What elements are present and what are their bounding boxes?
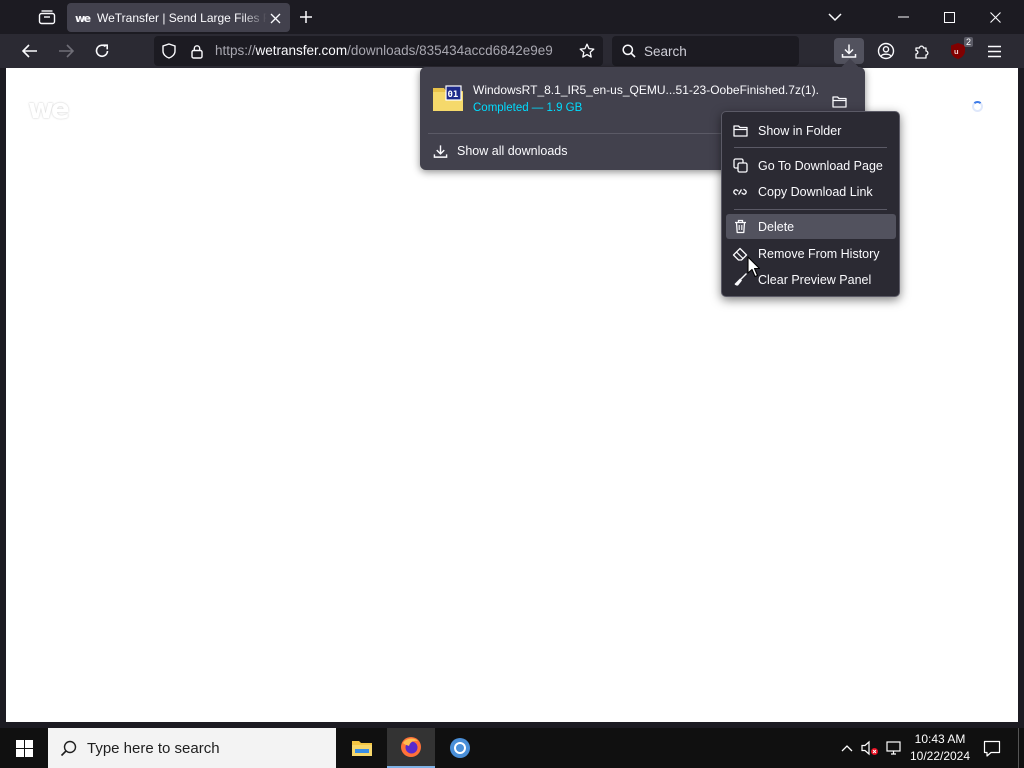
minimize-button[interactable]	[880, 0, 926, 34]
download-status: Completed — 1.9 GB	[473, 102, 583, 114]
extensions-button[interactable]	[907, 38, 937, 64]
back-button[interactable]	[16, 38, 44, 64]
show-desktop-button[interactable]	[1018, 728, 1024, 768]
bookmark-star-icon[interactable]	[579, 43, 595, 59]
search-icon	[622, 44, 636, 58]
file-explorer-taskbar-button[interactable]	[338, 728, 386, 768]
clock-time: 10:43 AM	[914, 732, 966, 746]
menu-item-label: Delete	[758, 219, 795, 234]
minimize-icon	[897, 16, 909, 18]
firefox-icon	[401, 737, 421, 757]
menu-item-label: Remove From History	[758, 246, 880, 261]
start-button[interactable]	[0, 728, 48, 768]
list-all-tabs-button[interactable]	[826, 9, 844, 25]
maximize-icon	[943, 11, 955, 23]
chromium-taskbar-button[interactable]	[436, 728, 484, 768]
url-scheme: https://	[215, 43, 256, 58]
action-center-button[interactable]	[978, 737, 1006, 759]
plus-icon	[300, 11, 312, 23]
volume-muted-icon[interactable]	[861, 739, 879, 757]
file-explorer-icon	[352, 741, 372, 756]
app-menu-button[interactable]	[979, 38, 1009, 64]
reload-icon	[95, 44, 109, 57]
firefox-view-icon	[38, 10, 56, 25]
menu-item-go-to-download-page[interactable]: Go To Download Page	[726, 153, 896, 178]
menu-item-delete[interactable]: Delete	[726, 214, 896, 239]
system-clock[interactable]: 10:43 AM 10/22/2024	[903, 731, 977, 765]
search-icon	[60, 740, 77, 756]
show-all-downloads-label: Show all downloads	[457, 144, 568, 158]
forward-button[interactable]	[52, 38, 80, 64]
puzzle-icon	[914, 44, 929, 59]
chromium-icon	[450, 738, 470, 758]
download-icon	[433, 144, 448, 158]
maximize-button[interactable]	[926, 0, 972, 34]
archive-file-icon: 01	[433, 85, 463, 111]
taskbar-search-placeholder: Type here to search	[87, 739, 220, 757]
taskbar: Type here to search 10:43 AM 10/22/2024	[0, 728, 1024, 768]
address-bar[interactable]: https://wetransfer.com/downloads/835434a…	[154, 36, 603, 66]
notification-icon	[983, 740, 1001, 757]
menu-item-label: Copy Download Link	[758, 184, 873, 199]
shield-icon[interactable]	[161, 43, 177, 59]
link-icon	[726, 184, 754, 200]
menu-item-label: Show in Folder	[758, 123, 842, 138]
search-bar[interactable]: Search	[612, 36, 799, 66]
loading-spinner-icon	[972, 101, 983, 112]
tab-strip: we WeTransfer | Send Large Files Fast	[0, 0, 1024, 34]
show-all-downloads-button[interactable]: Show all downloads	[428, 139, 728, 163]
extension-badge: 2	[963, 37, 973, 47]
wetransfer-logo[interactable]: we	[28, 92, 70, 125]
ublock-origin-button[interactable]: u 2	[943, 37, 973, 64]
search-placeholder: Search	[644, 43, 687, 59]
svg-text:we: we	[75, 13, 91, 23]
windows-logo-icon	[15, 739, 33, 757]
close-icon	[989, 11, 1001, 23]
account-icon	[877, 42, 895, 60]
copy-page-icon	[726, 158, 754, 174]
close-window-button[interactable]	[972, 0, 1018, 34]
chevron-down-icon	[828, 12, 842, 21]
firefox-view-button[interactable]	[36, 7, 58, 27]
url-text[interactable]: https://wetransfer.com/downloads/835434a…	[215, 43, 570, 58]
tab-title: WeTransfer | Send Large Files Fast	[97, 10, 267, 25]
tab-wetransfer[interactable]: we WeTransfer | Send Large Files Fast	[67, 3, 290, 32]
url-host: wetransfer.com	[255, 43, 348, 58]
menu-separator	[734, 209, 887, 210]
show-hidden-icons-chevron-icon[interactable]	[838, 739, 856, 757]
close-tab-icon[interactable]	[267, 10, 283, 26]
menu-item-show-in-folder[interactable]: Show in Folder	[726, 118, 896, 143]
download-icon	[841, 44, 857, 58]
firefox-taskbar-button[interactable]	[387, 728, 435, 768]
new-tab-button[interactable]	[297, 8, 315, 26]
svg-text:u: u	[954, 47, 959, 56]
url-path: /downloads/835434accd6842e9e9	[347, 43, 553, 58]
clock-date: 10/22/2024	[909, 749, 971, 763]
network-icon[interactable]	[885, 739, 903, 757]
arrow-left-icon	[22, 44, 37, 58]
trash-icon	[726, 219, 754, 235]
open-containing-folder-icon[interactable]	[830, 93, 848, 109]
menu-item-label: Clear Preview Panel	[758, 272, 872, 287]
taskbar-search-box[interactable]: Type here to search	[48, 728, 336, 768]
wetransfer-favicon-icon: we	[75, 10, 91, 26]
hamburger-menu-icon	[987, 45, 1001, 57]
arrow-right-icon	[59, 44, 74, 58]
mouse-cursor-icon	[747, 256, 761, 278]
reload-button[interactable]	[88, 38, 116, 64]
navigation-toolbar: https://wetransfer.com/downloads/835434a…	[0, 34, 1024, 68]
download-filename: WindowsRT_8.1_IR5_en-us_QEMU...51-23-Oob…	[473, 83, 818, 97]
file-icon-text: 01	[448, 90, 459, 100]
account-button[interactable]	[871, 38, 901, 64]
menu-separator	[734, 147, 887, 148]
folder-icon	[726, 123, 754, 139]
lock-icon[interactable]	[189, 43, 205, 59]
menu-item-copy-download-link[interactable]: Copy Download Link	[726, 179, 896, 204]
menu-item-label: Go To Download Page	[758, 158, 883, 173]
